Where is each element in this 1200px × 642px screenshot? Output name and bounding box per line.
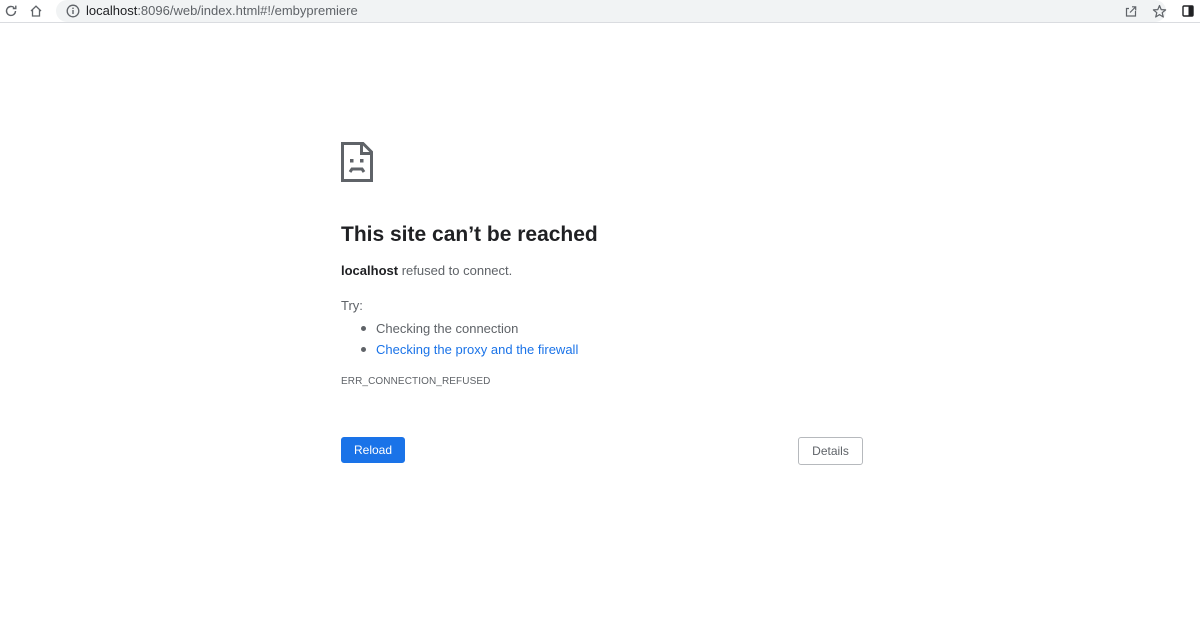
- address-bar[interactable]: localhost:8096/web/index.html#!/embyprem…: [56, 0, 1166, 22]
- error-page: This site can’t be reached localhost ref…: [341, 140, 863, 470]
- reload-button[interactable]: Reload: [341, 437, 405, 463]
- info-icon[interactable]: [66, 4, 80, 18]
- bullet: [361, 326, 366, 331]
- sad-page-icon: [341, 142, 373, 182]
- browser-toolbar: localhost:8096/web/index.html#!/embyprem…: [0, 0, 1200, 23]
- suggestion-text: Checking the connection: [376, 321, 519, 336]
- error-code: ERR_CONNECTION_REFUSED: [341, 376, 491, 387]
- url-text: localhost:8096/web/index.html#!/embyprem…: [86, 3, 358, 19]
- url-host: localhost: [86, 3, 138, 18]
- error-heading: This site can’t be reached: [341, 223, 598, 246]
- star-icon[interactable]: [1151, 2, 1167, 20]
- error-summary-text: refused to connect.: [398, 263, 513, 278]
- proxy-firewall-link[interactable]: Checking the proxy and the firewall: [376, 342, 578, 357]
- suggestion-check-connection: Checking the connection: [341, 318, 578, 339]
- url-path: :8096/web/index.html#!/embypremiere: [137, 3, 358, 18]
- suggestion-check-proxy[interactable]: Checking the proxy and the firewall: [341, 339, 578, 360]
- share-icon[interactable]: [1123, 2, 1139, 20]
- try-label: Try:: [341, 298, 363, 313]
- error-host: localhost: [341, 263, 399, 278]
- home-icon[interactable]: [28, 2, 44, 20]
- error-summary: localhost refused to connect.: [341, 263, 512, 279]
- reload-icon[interactable]: [3, 2, 19, 20]
- details-button[interactable]: Details: [798, 437, 863, 465]
- bullet: [361, 347, 366, 352]
- side-panel-icon[interactable]: [1180, 2, 1196, 20]
- suggestion-list: Checking the connection Checking the pro…: [341, 318, 578, 360]
